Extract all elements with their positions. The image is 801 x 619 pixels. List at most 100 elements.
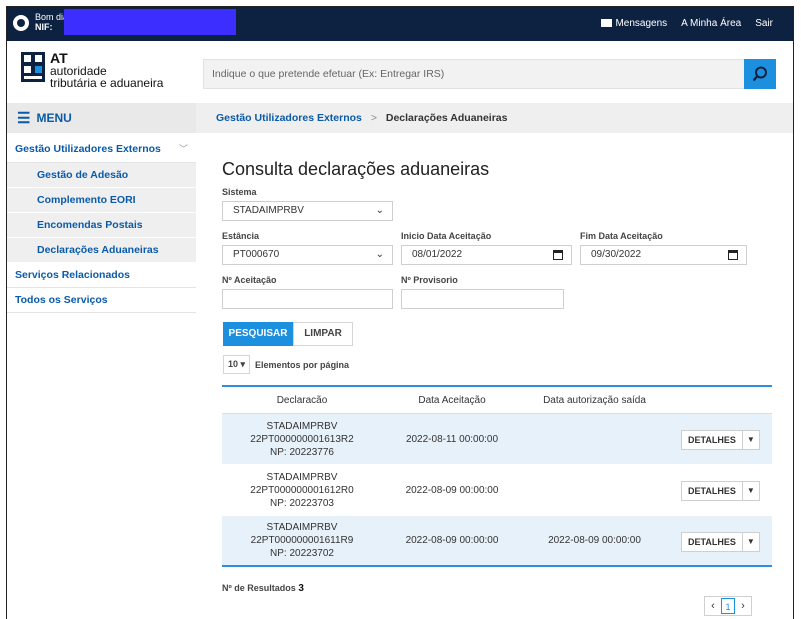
provisorio-input[interactable] [401,289,564,309]
at-logo[interactable]: AT autoridade tributária e aduaneira [21,51,164,90]
table-row: STADAIMPRBV 22PT000000001611R9 NP: 20223… [222,516,772,567]
messages-link[interactable]: Mensagens [601,18,667,29]
logo-text: AT autoridade tributária e aduaneira [50,51,164,90]
actions-cell: DETALHES ▼ [667,465,772,515]
declaracao-ref: 22PT000000001613R2 [250,433,354,445]
declaracao-ref: 22PT000000001612R0 [250,484,354,496]
per-page-value: 10 [228,359,239,369]
fim-data-label: Fim Data Aceitação [580,231,663,241]
search-submit-button[interactable]: PESQUISAR [223,322,293,346]
sidebar-group-gestao[interactable]: Gestão Utilizadores Externos ﹀ [7,133,196,163]
per-page-select[interactable]: 10 ▾ [223,355,251,374]
declaracao-sistema: STADAIMPRBV [266,420,338,432]
calendar-icon[interactable] [553,250,563,260]
logout-link[interactable]: Sair [755,18,773,29]
declaracao-sistema: STADAIMPRBV [266,471,338,483]
menu-toggle[interactable]: ☰ MENU [7,103,196,133]
next-page-button[interactable]: › [735,597,751,615]
declaracao-cell: STADAIMPRBV 22PT000000001612R0 NP: 20223… [222,471,382,510]
declaracao-sistema: STADAIMPRBV [266,522,338,533]
declaracao-cell: STADAIMPRBV 22PT000000001613R2 NP: 20223… [222,420,382,459]
header-declaracao: Declaracão [276,395,328,406]
sidebar-item-complemento-eori[interactable]: Complemento EORI [7,188,196,213]
search-icon [752,66,767,82]
fim-data-input[interactable]: 09/30/2022 [580,245,747,265]
sidebar-item-declaracoes-aduaneiras[interactable]: Declarações Aduaneiras [7,238,196,263]
details-button-group: DETALHES ▼ [681,430,760,450]
pagination: ‹ 1 › [704,596,752,616]
sistema-label: Sistema [222,187,257,197]
results-number: 3 [298,583,304,594]
sidebar-group-label: Gestão Utilizadores Externos [15,143,161,155]
header-data-saida: Data autorização saída [543,395,646,406]
aceitacao-input[interactable] [222,289,393,309]
chevron-down-icon: ⌄ [375,205,384,216]
data-saida-cell: 2022-08-09 00:00:00 [548,535,641,546]
actions-cell: DETALHES ▼ [667,516,772,565]
declaracao-np: NP: 20223776 [270,446,334,458]
inicio-data-input[interactable]: 08/01/2022 [401,245,572,265]
mail-icon [601,19,613,27]
details-button[interactable]: DETALHES [682,482,743,500]
main-content: Gestão Utilizadores Externos > Declaraçõ… [196,103,793,619]
sidebar-item-todos-servicos[interactable]: Todos os Serviços [7,288,196,313]
details-button[interactable]: DETALHES [682,533,743,551]
redacted-user-info [64,9,236,35]
provisorio-label: Nº Provisorio [401,275,458,285]
chevron-down-icon: ⌄ [375,249,384,260]
declaracao-np: NP: 20223702 [270,548,334,559]
declaracao-cell: STADAIMPRBV 22PT000000001611R9 NP: 20223… [222,521,382,560]
page-title: Consulta declarações aduaneiras [222,159,490,179]
sidebar-item-encomendas-postais[interactable]: Encomendas Postais [7,213,196,238]
details-button[interactable]: DETALHES [682,431,743,449]
caret-down-icon[interactable]: ▼ [743,431,759,449]
breadcrumb-current: Declarações Aduaneiras [385,112,508,124]
my-area-link[interactable]: A Minha Área [681,18,741,29]
results-label: Nº de Resultados [222,583,296,593]
breadcrumb-separator: > [370,112,377,124]
actions-cell: DETALHES ▼ [667,414,772,464]
data-aceitacao-cell: 2022-08-09 00:00:00 [405,484,499,496]
top-nav: Mensagens A Minha Área Sair [601,18,773,29]
inicio-data-label: Inicio Data Aceitação [401,231,492,241]
chevron-down-icon: ﹀ [178,144,188,154]
prev-page-button[interactable]: ‹ [705,597,721,615]
site-header: AT autoridade tributária e aduaneira Ind… [7,41,793,103]
table-row: STADAIMPRBV 22PT000000001612R0 NP: 20223… [222,465,772,516]
messages-label: Mensagens [615,18,668,29]
search-input[interactable]: Indique o que pretende efetuar (Ex: Entr… [203,59,763,89]
caret-down-icon[interactable]: ▼ [743,482,759,500]
sistema-value: STADAIMPRBV [233,205,304,216]
estancia-select[interactable]: PT000670 ⌄ [222,245,393,265]
sidebar-item-gestao-adesao[interactable]: Gestão de Adesão [7,163,196,188]
details-button-group: DETALHES ▼ [681,481,760,501]
declaracao-ref: 22PT000000001611R9 [250,535,354,546]
data-aceitacao-cell: 2022-08-11 00:00:00 [405,433,499,445]
sidebar-item-servicos-relacionados[interactable]: Serviços Relacionados [7,263,196,288]
caret-down-icon[interactable]: ▼ [743,533,759,551]
user-icon [13,15,29,31]
estancia-value: PT000670 [233,249,280,260]
per-page-label: Elementos por página [255,359,350,370]
data-aceitacao-cell: 2022-08-09 00:00:00 [405,535,499,546]
declaracao-np: NP: 20223703 [270,497,334,509]
fim-data-value: 09/30/2022 [591,249,642,260]
at-emblem-icon [21,52,45,82]
header-actions [667,387,772,413]
sidebar: ☰ MENU Gestão Utilizadores Externos ﹀ Gest… [7,103,196,619]
table-row: STADAIMPRBV 22PT000000001613R2 NP: 20223… [222,414,772,465]
results-count: Nº de Resultados 3 [222,583,304,594]
menu-label: MENU [36,111,72,125]
calendar-icon[interactable] [728,250,738,260]
search-button[interactable] [744,59,776,89]
aceitacao-label: Nº Aceitação [222,275,277,285]
breadcrumb-parent[interactable]: Gestão Utilizadores Externos [216,112,362,124]
per-page-control: 10 ▾ Elementos por página [223,355,349,374]
logo-line2: tributária e aduaneira [50,76,164,90]
page-1-button[interactable]: 1 [721,598,735,614]
results-table: Declaracão Data Aceitação Data autorizaç… [222,385,772,567]
sistema-select[interactable]: STADAIMPRBV ⌄ [222,201,393,221]
browser-frame: Bom dia, NIF: Mensagens A Minha Área Sai… [6,6,794,619]
breadcrumb: Gestão Utilizadores Externos > Declaraçõ… [196,103,793,133]
clear-button[interactable]: LIMPAR [293,322,353,346]
